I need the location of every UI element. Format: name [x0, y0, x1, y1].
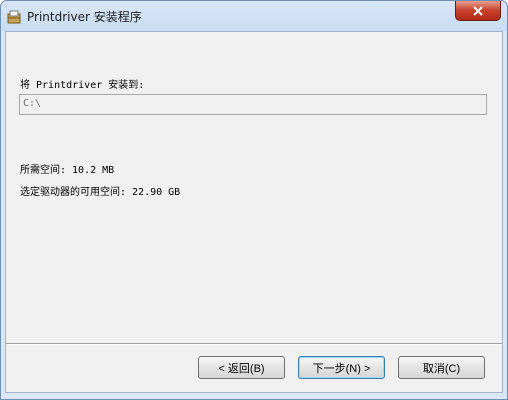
install-path-field[interactable]: C:\ — [19, 94, 487, 115]
installer-window: Printdriver 安装程序 将 Printdriver 安装到: C:\ … — [0, 0, 508, 400]
window-title: Printdriver 安装程序 — [27, 10, 142, 24]
content-panel: 将 Printdriver 安装到: C:\ 所需空间: 10.2 MB 选定驱… — [6, 32, 502, 342]
cancel-button[interactable]: 取消(C) — [398, 356, 485, 379]
close-button[interactable] — [455, 1, 501, 21]
next-button[interactable]: 下一步(N) > — [298, 356, 385, 379]
close-icon — [473, 5, 483, 16]
install-location-label: 将 Printdriver 安装到: — [20, 80, 145, 91]
dialog-client-area: 将 Printdriver 安装到: C:\ 所需空间: 10.2 MB 选定驱… — [5, 31, 503, 393]
space-required-text: 所需空间: 10.2 MB — [20, 165, 115, 176]
back-button[interactable]: < 返回(B) — [198, 356, 285, 379]
space-available-text: 选定驱动器的可用空间: 22.90 GB — [20, 187, 181, 198]
button-separator — [6, 343, 502, 345]
title-bar[interactable]: Printdriver 安装程序 — [1, 1, 507, 31]
installer-icon — [7, 9, 21, 24]
